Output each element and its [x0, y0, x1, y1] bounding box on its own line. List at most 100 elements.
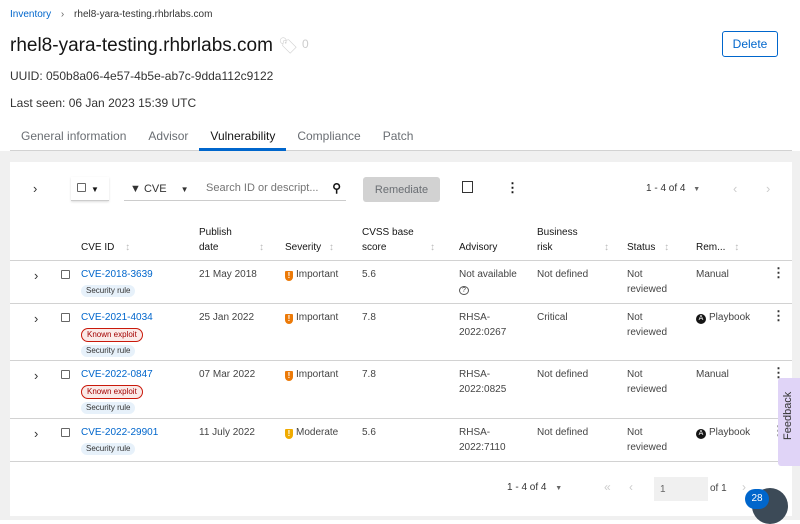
breadcrumb-inventory-link[interactable]: Inventory	[10, 9, 51, 20]
severity: !Important	[285, 310, 338, 325]
tag-count: 0	[302, 37, 309, 51]
notification-badge: 28	[745, 489, 769, 509]
tab-vulnerability[interactable]: Vulnerability	[199, 120, 286, 151]
expand-all-icon[interactable]: ›	[33, 181, 37, 196]
pagination-text: 1 - 4 of 4	[646, 183, 685, 194]
business-risk: Not defined	[537, 425, 588, 440]
publish-date: 25 Jan 2022	[199, 310, 254, 325]
remediation: APlaybook	[696, 310, 750, 325]
previous-page-icon[interactable]: ‹	[629, 480, 633, 494]
advisory-link[interactable]: RHSA-2022:7110	[459, 425, 519, 455]
sort-icon: ↕	[664, 242, 669, 253]
feedback-tab[interactable]: Feedback	[778, 378, 800, 466]
bulk-select-dropdown[interactable]: ▼	[71, 177, 109, 201]
severity-shield-icon: !	[285, 429, 293, 439]
cve-link[interactable]: CVE-2022-29901	[81, 427, 158, 438]
next-page-icon[interactable]: ›	[742, 480, 746, 494]
sort-icon: ↕	[604, 242, 609, 253]
remediation: Manual	[696, 267, 729, 282]
search-icon[interactable]: ⚲	[332, 181, 341, 195]
tab-advisor[interactable]: Advisor	[137, 120, 199, 151]
sort-icon: ↕	[259, 242, 264, 253]
row-kebab-icon[interactable]: ⋮	[772, 308, 785, 323]
caret-down-icon: ▼	[693, 186, 700, 193]
row-checkbox[interactable]	[61, 269, 70, 284]
filter-type-label: CVE	[144, 183, 167, 195]
row-checkbox[interactable]	[61, 427, 70, 442]
row-kebab-icon[interactable]: ⋮	[772, 265, 785, 280]
severity: !Moderate	[285, 425, 338, 440]
cve-link[interactable]: CVE-2022-0847	[81, 369, 153, 380]
row-checkbox[interactable]	[61, 369, 70, 384]
filter-type-dropdown[interactable]: ▼ CVE▼	[124, 177, 200, 201]
table-row: › CVE-2022-0847Known exploitSecurity rul…	[10, 360, 792, 418]
expand-row-icon[interactable]: ›	[34, 368, 38, 383]
page-number-input[interactable]	[654, 477, 708, 501]
expand-row-icon[interactable]: ›	[34, 268, 38, 283]
previous-page-icon[interactable]: ‹	[733, 181, 737, 196]
remediate-button[interactable]: Remediate	[363, 177, 440, 202]
publish-date: 07 Mar 2022	[199, 367, 255, 382]
cve-link[interactable]: CVE-2018-3639	[81, 269, 153, 280]
severity-shield-icon: !	[285, 271, 293, 281]
feedback-label: Feedback	[782, 380, 794, 440]
security-rule-label: Security rule	[81, 345, 135, 357]
status: Not reviewed	[627, 425, 667, 455]
delete-button[interactable]: Delete	[722, 31, 778, 57]
security-rule-label: Security rule	[81, 285, 135, 297]
remediation: Manual	[696, 367, 729, 382]
tab-compliance[interactable]: Compliance	[286, 120, 371, 151]
tab-general-information[interactable]: General information	[10, 120, 137, 151]
search-input[interactable]	[200, 177, 318, 199]
advisory-link[interactable]: RHSA-2022:0825	[459, 367, 519, 397]
filter-icon: ▼	[130, 183, 141, 195]
severity-shield-icon: !	[285, 314, 293, 324]
business-risk: Not defined	[537, 267, 588, 282]
ansible-icon: A	[696, 314, 706, 324]
search-field: ⚲	[200, 177, 346, 201]
footer-pagination-text: 1 - 4 of 4	[507, 482, 546, 493]
known-exploit-label: Known exploit	[81, 385, 143, 399]
advisory-link[interactable]: RHSA-2022:0267	[459, 310, 519, 340]
help-icon[interactable]: ?	[459, 286, 469, 295]
caret-down-icon: ▼	[91, 185, 99, 194]
tab-bar: General information Advisor Vulnerabilit…	[10, 120, 792, 151]
publish-date: 21 May 2018	[199, 267, 257, 282]
cve-link[interactable]: CVE-2021-4034	[81, 312, 153, 323]
column-header-severity[interactable]: Severity ↕	[285, 240, 334, 255]
next-page-icon[interactable]: ›	[766, 181, 770, 196]
column-header-status[interactable]: Status ↕	[627, 240, 669, 255]
column-header-cve-id[interactable]: CVE ID ↕	[81, 240, 130, 255]
export-icon[interactable]	[462, 181, 473, 193]
table-bottom-border	[10, 461, 792, 462]
tab-patch[interactable]: Patch	[372, 120, 425, 151]
chevron-right-icon: ›	[61, 9, 64, 20]
table-row: › CVE-2018-3639 Security rule 21 May 2018…	[10, 260, 792, 303]
footer-pagination-toggle[interactable]: 1 - 4 of 4 ▼	[507, 482, 562, 493]
pagination-toggle[interactable]: 1 - 4 of 4 ▼	[646, 183, 700, 194]
page-count: of 1	[710, 483, 727, 494]
remediation: APlaybook	[696, 425, 750, 440]
table-row: › CVE-2022-29901 Security rule 11 July 20…	[10, 418, 792, 461]
column-header-remediation[interactable]: Rem... ↕	[696, 240, 739, 255]
cvss-score: 5.6	[362, 267, 376, 282]
kebab-menu-icon[interactable]: ⋮	[506, 180, 519, 196]
last-seen-text: Last seen: 06 Jan 2023 15:39 UTC	[10, 96, 196, 110]
checkbox-icon	[77, 183, 86, 192]
breadcrumb: Inventory › rhel8-yara-testing.rhbrlabs.…	[10, 9, 212, 20]
security-rule-label: Security rule	[81, 443, 135, 455]
first-page-icon[interactable]: «	[604, 480, 611, 494]
row-checkbox[interactable]	[61, 312, 70, 327]
column-header-publish-date[interactable]: Publish date↕	[199, 225, 269, 255]
caret-down-icon: ▼	[555, 485, 562, 492]
column-header-cvss[interactable]: CVSS base score↕	[362, 225, 442, 255]
expand-row-icon[interactable]: ›	[34, 426, 38, 441]
breadcrumb-current: rhel8-yara-testing.rhbrlabs.com	[74, 9, 212, 20]
sort-icon: ↕	[430, 242, 435, 253]
tag-icon[interactable]: 🏷	[278, 36, 298, 56]
expand-row-icon[interactable]: ›	[34, 311, 38, 326]
status: Not reviewed	[627, 267, 667, 297]
publish-date: 11 July 2022	[199, 425, 255, 440]
column-header-business-risk[interactable]: Business risk↕	[537, 225, 617, 255]
severity: !Important	[285, 267, 338, 282]
